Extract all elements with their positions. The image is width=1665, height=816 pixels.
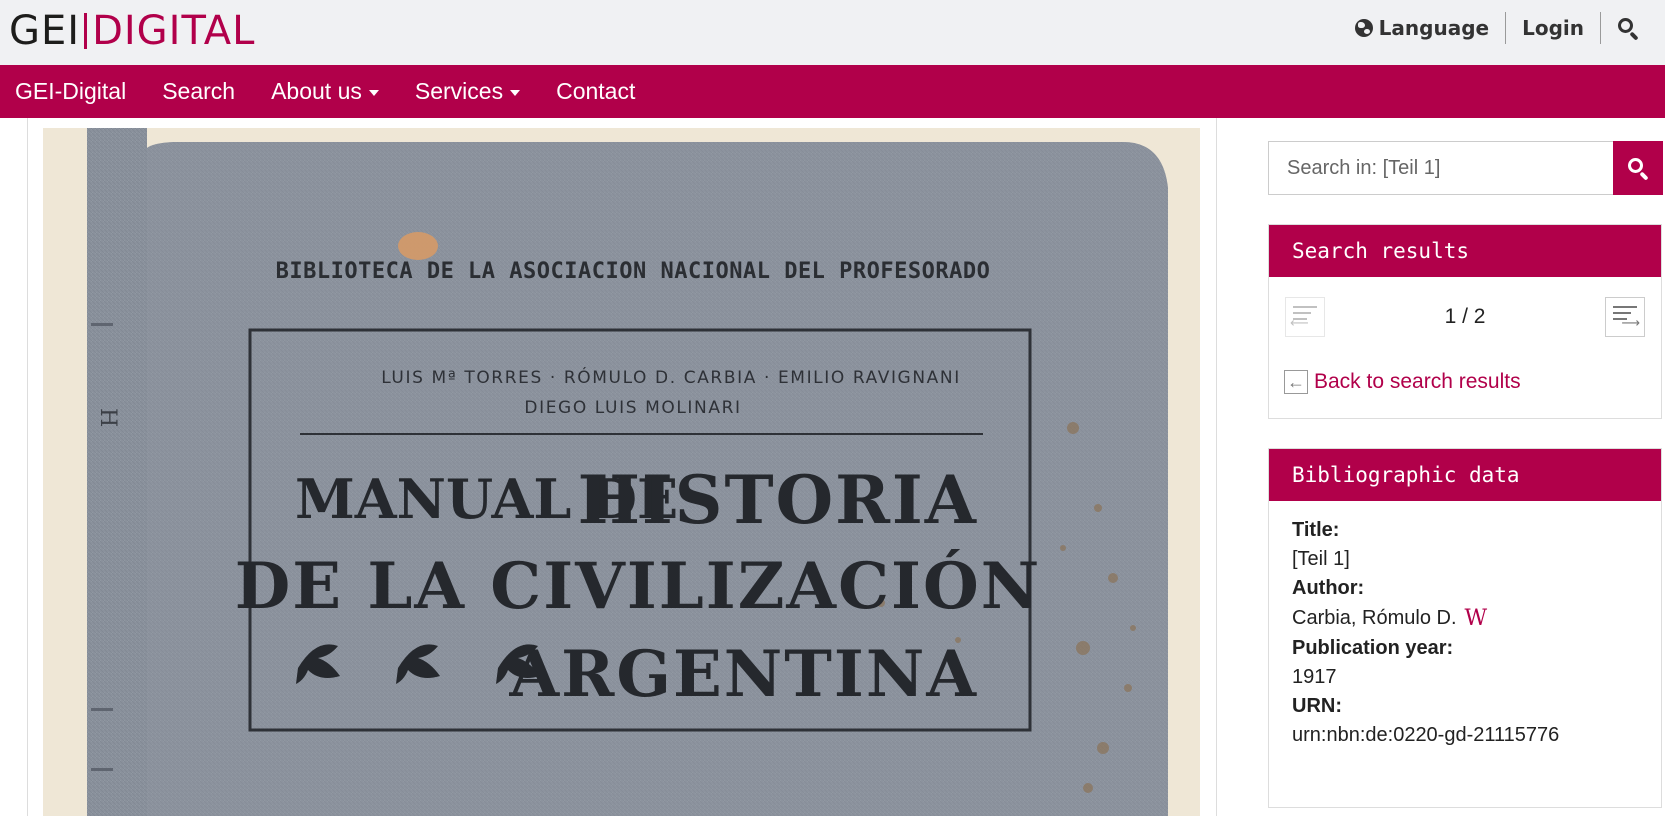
urn-value: urn:nbn:de:0220-gd-21115776 bbox=[1292, 724, 1638, 747]
title-label: Title: bbox=[1292, 519, 1340, 541]
nav-search-label: Search bbox=[162, 78, 236, 104]
cover-authors-line2: DIEGO LUIS MOLINARI bbox=[524, 398, 741, 418]
nav-services[interactable]: Services bbox=[414, 78, 521, 105]
search-icon bbox=[1627, 157, 1649, 181]
urn-label: URN: bbox=[1292, 695, 1342, 717]
author-label: Author: bbox=[1292, 577, 1365, 599]
arrow-right-icon: ⟶ bbox=[1621, 316, 1640, 331]
login-label: Login bbox=[1522, 16, 1584, 40]
document-search-input[interactable] bbox=[1268, 141, 1613, 195]
logo-text-digital: DIGITAL bbox=[92, 8, 256, 54]
cover-title-line3: ARGENTINA bbox=[509, 637, 979, 712]
nav-about-us-label: About us bbox=[271, 78, 362, 104]
nav-gei-digital[interactable]: GEI-Digital bbox=[15, 78, 126, 105]
login-link[interactable]: Login bbox=[1506, 12, 1600, 44]
title-value-text: [Teil 1] bbox=[1292, 548, 1350, 570]
urn-value-text: urn:nbn:de:0220-gd-21115776 bbox=[1292, 724, 1560, 746]
cover-authors-line1: LUIS Mª TORRES · RÓMULO D. CARBIA · EMIL… bbox=[381, 366, 961, 388]
nav-about-us[interactable]: About us bbox=[271, 78, 379, 105]
top-header: GEI DIGITAL Language Login bbox=[0, 0, 1665, 65]
cover-library-text: BIBLIOTECA DE LA ASOCIACION NACIONAL DEL… bbox=[276, 259, 991, 284]
cover-title-line2: DE LA CIVILIZACIÓN bbox=[235, 549, 1041, 624]
title-value: [Teil 1] bbox=[1292, 548, 1638, 571]
arrow-left-icon: ← bbox=[1284, 370, 1308, 394]
nav-contact[interactable]: Contact bbox=[556, 78, 635, 105]
author-value: Carbia, Rómulo D. W bbox=[1292, 606, 1638, 631]
site-logo[interactable]: GEI DIGITAL bbox=[9, 9, 255, 53]
back-to-search-results-link[interactable]: ← Back to search results bbox=[1284, 370, 1521, 394]
document-search bbox=[1268, 141, 1663, 195]
nav-search[interactable]: Search bbox=[162, 78, 235, 105]
header-search-button[interactable] bbox=[1601, 12, 1655, 44]
main-navigation: GEI-Digital Search About us Services Con… bbox=[0, 65, 1665, 118]
book-cover-scan: H BIBLIOTECA DE LA ASOCIACION NACIONAL D… bbox=[43, 128, 1200, 816]
caret-down-icon bbox=[368, 89, 379, 96]
search-results-title: Search results bbox=[1269, 225, 1661, 277]
search-results-panel: Search results ⟵ 1 / 2 ⟶ ← Back to searc… bbox=[1268, 224, 1662, 419]
logo-separator bbox=[84, 13, 88, 49]
bibliographic-data-panel: Bibliographic data Title: [Teil 1] Autho… bbox=[1268, 448, 1662, 808]
svg-text:H: H bbox=[95, 408, 120, 427]
nav-gei-digital-label: GEI-Digital bbox=[15, 78, 127, 104]
publication-year-text: 1917 bbox=[1292, 666, 1337, 688]
cover-title-line1b: HISTORIA bbox=[578, 461, 978, 539]
nav-services-label: Services bbox=[414, 78, 504, 104]
wikipedia-icon[interactable]: W bbox=[1465, 606, 1488, 631]
top-utility-nav: Language Login bbox=[1339, 10, 1655, 46]
results-pager: ⟵ 1 / 2 ⟶ bbox=[1269, 297, 1661, 339]
bibliographic-fields: Title: [Teil 1] Author: Carbia, Rómulo D… bbox=[1269, 501, 1661, 765]
caret-down-icon bbox=[510, 89, 521, 96]
bibliographic-data-title: Bibliographic data bbox=[1269, 449, 1661, 501]
next-hit-button[interactable]: ⟶ bbox=[1605, 297, 1645, 337]
publication-year-label: Publication year: bbox=[1292, 637, 1454, 659]
publication-year-value: 1917 bbox=[1292, 666, 1638, 689]
author-value-text: Carbia, Rómulo D. bbox=[1292, 607, 1457, 629]
logo-text-gei: GEI bbox=[9, 8, 81, 54]
document-search-button[interactable] bbox=[1613, 141, 1663, 195]
language-menu[interactable]: Language bbox=[1339, 12, 1505, 44]
search-icon bbox=[1617, 17, 1639, 41]
globe-icon bbox=[1354, 19, 1373, 37]
hit-counter: 1 / 2 bbox=[1444, 305, 1486, 328]
back-to-search-results-label: Back to search results bbox=[1314, 370, 1521, 393]
language-label: Language bbox=[1378, 16, 1490, 40]
book-cover-image[interactable]: H BIBLIOTECA DE LA ASOCIACION NACIONAL D… bbox=[43, 128, 1200, 816]
nav-contact-label: Contact bbox=[556, 78, 636, 104]
